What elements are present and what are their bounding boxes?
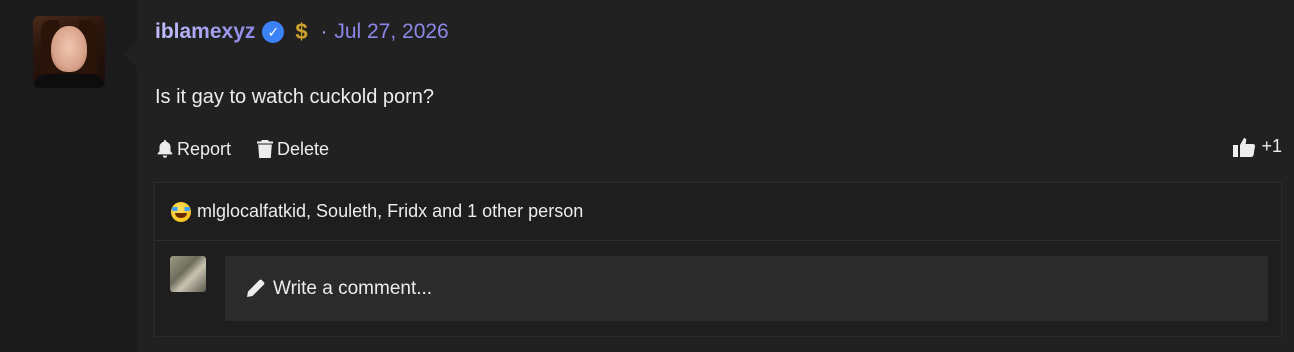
delete-label: Delete [277,138,330,159]
delete-button[interactable]: Delete [257,139,329,160]
trash-icon [257,140,274,158]
verified-check-icon: ✓ [262,21,285,43]
reactions-panel: mlglocalfatkid, Souleth, Fridx and 1 oth… [154,182,1282,337]
report-label: Report [177,138,232,159]
comment-input[interactable]: Write a comment... [225,256,1268,321]
reactions-divider [155,240,1281,241]
post-message: Is it gay to watch cuckold porn? [155,86,435,108]
avatar-face [51,26,87,72]
header-separator: · [320,20,328,43]
post-container: iblamexyz ✓ $ · Jul 27, 2026 Is it gay t… [137,0,1294,352]
bell-icon [157,140,173,158]
laughing-crying-emoji-icon [171,201,191,222]
thumbs-up-icon [1233,137,1256,157]
report-button[interactable]: Report [157,139,231,160]
sidebar-column [0,0,137,352]
like-count: +1 [1261,136,1282,156]
post-actions: Report Delete [157,137,329,161]
dollar-badge-icon: $ [295,19,308,44]
post-header: iblamexyz ✓ $ · Jul 27, 2026 [155,16,449,48]
comment-placeholder: Write a comment... [273,277,433,299]
reactors-summary[interactable]: mlglocalfatkid, Souleth, Fridx and 1 oth… [171,201,583,222]
reactors-text: mlglocalfatkid, Souleth, Fridx and 1 oth… [197,201,584,221]
like-button[interactable]: +1 [1233,136,1282,157]
avatar-shoulders [33,74,105,88]
author-username[interactable]: iblamexyz [155,20,255,44]
post-date[interactable]: Jul 27, 2026 [334,20,448,44]
author-avatar[interactable] [33,16,105,88]
current-user-avatar [170,256,206,292]
post-pointer [123,40,137,68]
pencil-icon [247,279,265,297]
